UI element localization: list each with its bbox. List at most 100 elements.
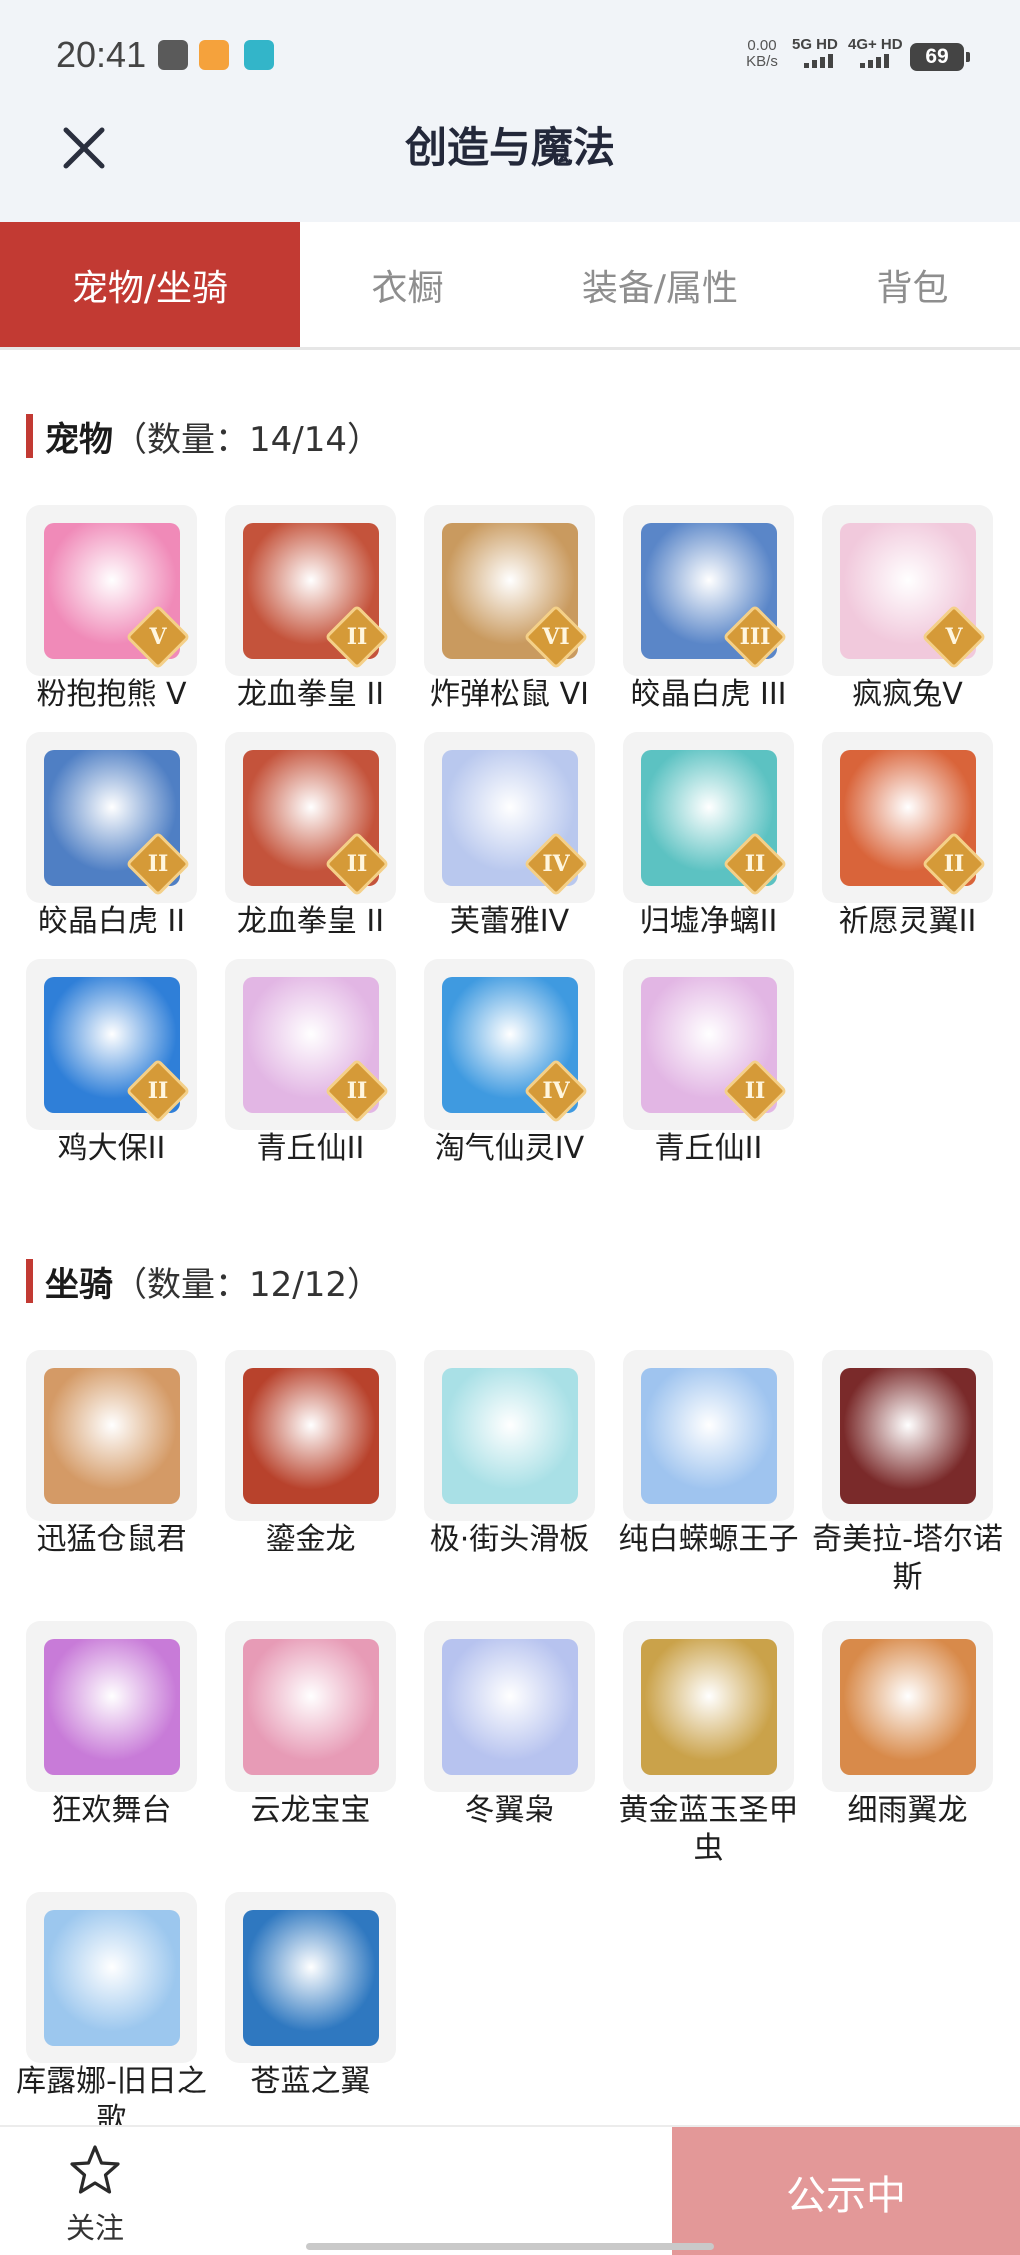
item-name: 祈愿灵翼II	[838, 904, 977, 939]
pet-card[interactable]: II 龙血拳皇 II	[225, 732, 396, 941]
item-name: 皎晶白虎 III	[630, 677, 787, 712]
item-thumbnail: II	[225, 732, 396, 903]
mount-card[interactable]: 狂欢舞台	[26, 1621, 197, 1868]
mount-card[interactable]: 奇美拉-塔尔诺斯	[812, 1350, 1003, 1597]
rank-badge-text: III	[739, 624, 771, 650]
rank-badge-text: II	[346, 1078, 368, 1104]
chimera-icon	[839, 1367, 976, 1504]
item-name: 黄金蓝玉圣甲虫	[618, 1793, 799, 1866]
item-name: 鎏金龙	[265, 1522, 356, 1557]
item-thumbnail	[225, 1350, 396, 1521]
mount-card[interactable]: 苍蓝之翼	[225, 1892, 396, 2139]
tab-equipment-attributes[interactable]: 装备/属性	[515, 222, 805, 347]
close-button[interactable]	[56, 120, 112, 176]
pet-card[interactable]: II 龙血拳皇 II	[225, 505, 396, 714]
item-name: 云龙宝宝	[250, 1793, 371, 1828]
rank-badge-text: IV	[542, 1078, 570, 1104]
tab-backpack[interactable]: 背包	[805, 222, 1020, 347]
item-thumbnail: III	[623, 505, 794, 676]
item-name: 狂欢舞台	[51, 1793, 172, 1828]
tab-pets-mounts[interactable]: 宠物/坐骑	[0, 222, 300, 347]
item-name: 冬翼枭	[464, 1793, 555, 1828]
pet-card[interactable]: II 皎晶白虎 II	[26, 732, 197, 941]
mount-card[interactable]: 库露娜-旧日之歌	[16, 1892, 207, 2139]
item-thumbnail: V	[822, 505, 993, 676]
white-axolotl-icon	[640, 1367, 777, 1504]
golden-scarab-icon	[640, 1638, 777, 1775]
status-bar: 20:41 0.00 KB/s 5G HD 4G+ HD 69	[0, 0, 1020, 110]
carnival-stage-icon	[43, 1638, 180, 1775]
pet-card[interactable]: II 鸡大保II	[26, 959, 197, 1168]
mount-card[interactable]: 迅猛仓鼠君	[26, 1350, 197, 1597]
azure-wing-dragon-icon	[242, 1909, 379, 2046]
follow-button[interactable]: 关注	[40, 2143, 150, 2253]
item-thumbnail	[822, 1621, 993, 1792]
item-thumbnail	[26, 1621, 197, 1792]
tab-wardrobe[interactable]: 衣橱	[300, 222, 515, 347]
hotspot-notification-icon	[244, 40, 274, 70]
rank-badge-text: II	[744, 1078, 766, 1104]
rank-badge-text: II	[346, 624, 368, 650]
item-thumbnail: II	[26, 732, 197, 903]
rank-badge-text: II	[147, 1078, 169, 1104]
follow-label: 关注	[65, 2211, 124, 2245]
item-thumbnail: II	[26, 959, 197, 1130]
item-name: 龙血拳皇 II	[236, 677, 385, 712]
section-count: （数量：14/14）	[113, 419, 381, 460]
item-name: 归墟净螭II	[639, 904, 778, 939]
mount-card[interactable]: 极·街头滑板	[424, 1350, 595, 1597]
item-name: 芙蕾雅IV	[449, 904, 570, 939]
mounts-grid: 迅猛仓鼠君 鎏金龙 极·街头滑板 纯白蝾螈王子 奇美拉-塔尔诺斯狂欢舞台 云龙宝宝 冬翼枭 黄…	[16, 1350, 1003, 2139]
item-name: 疯疯兔V	[852, 677, 963, 712]
tab-bar: 宠物/坐骑 衣橱 装备/属性 背包	[0, 222, 1020, 350]
signal-5g-icon: 5G HD	[792, 36, 850, 72]
rank-badge-text: II	[943, 851, 965, 877]
home-indicator[interactable]	[306, 2243, 714, 2250]
mount-card[interactable]: 细雨翼龙	[822, 1621, 993, 1868]
item-thumbnail: VI	[424, 505, 595, 676]
pet-card[interactable]: IV 淘气仙灵IV	[424, 959, 595, 1168]
pet-card[interactable]: II 青丘仙II	[225, 959, 396, 1168]
item-thumbnail: II	[225, 505, 396, 676]
pet-card[interactable]: II 归墟净螭II	[623, 732, 794, 941]
item-thumbnail: V	[26, 505, 197, 676]
bottom-action-bar: 关注 公示中	[0, 2125, 1020, 2255]
winter-owl-icon	[441, 1638, 578, 1775]
mount-card[interactable]: 黄金蓝玉圣甲虫	[619, 1621, 799, 1868]
item-name: 细雨翼龙	[847, 1793, 968, 1828]
item-thumbnail: II	[623, 959, 794, 1130]
pet-card[interactable]: VI 炸弹松鼠 VI	[424, 505, 595, 714]
mount-card[interactable]: 鎏金龙	[225, 1350, 396, 1597]
item-thumbnail	[225, 1621, 396, 1792]
curly-hair-girl-icon	[43, 1909, 180, 2046]
item-name: 极·街头滑板	[429, 1522, 590, 1557]
item-thumbnail	[623, 1621, 794, 1792]
item-thumbnail: IV	[424, 959, 595, 1130]
pet-card[interactable]: V 粉抱抱熊 V	[26, 505, 197, 714]
publicity-button[interactable]: 公示中	[672, 2127, 1020, 2255]
pet-card[interactable]: II 青丘仙II	[623, 959, 794, 1168]
network-speed: 0.00 KB/s	[746, 37, 778, 70]
mount-card[interactable]: 冬翼枭	[424, 1621, 595, 1868]
item-thumbnail: II	[225, 959, 396, 1130]
mount-card[interactable]: 云龙宝宝	[225, 1621, 396, 1868]
pet-card[interactable]: II 祈愿灵翼II	[822, 732, 993, 941]
rain-pterosaur-icon	[839, 1638, 976, 1775]
item-thumbnail	[26, 1350, 197, 1521]
rank-badge-text: II	[147, 851, 169, 877]
item-thumbnail: IV	[424, 732, 595, 903]
item-name: 青丘仙II	[654, 1131, 763, 1166]
item-thumbnail	[26, 1892, 197, 2063]
app-notification-icon	[199, 40, 229, 70]
section-accent-bar	[26, 1259, 33, 1303]
pet-card[interactable]: IV 芙蕾雅IV	[424, 732, 595, 941]
rank-badge-text: V	[945, 624, 963, 650]
pet-card[interactable]: V 疯疯兔V	[822, 505, 993, 714]
pet-card[interactable]: III 皎晶白虎 III	[623, 505, 794, 714]
title-bar: 创造与魔法	[0, 110, 1020, 222]
header-area: 20:41 0.00 KB/s 5G HD 4G+ HD 69 创造与魔法	[0, 0, 1020, 222]
mount-card[interactable]: 纯白蝾螈王子	[619, 1350, 799, 1597]
section-accent-bar	[26, 414, 33, 458]
item-name: 粉抱抱熊 V	[36, 677, 187, 712]
close-icon	[63, 127, 105, 169]
